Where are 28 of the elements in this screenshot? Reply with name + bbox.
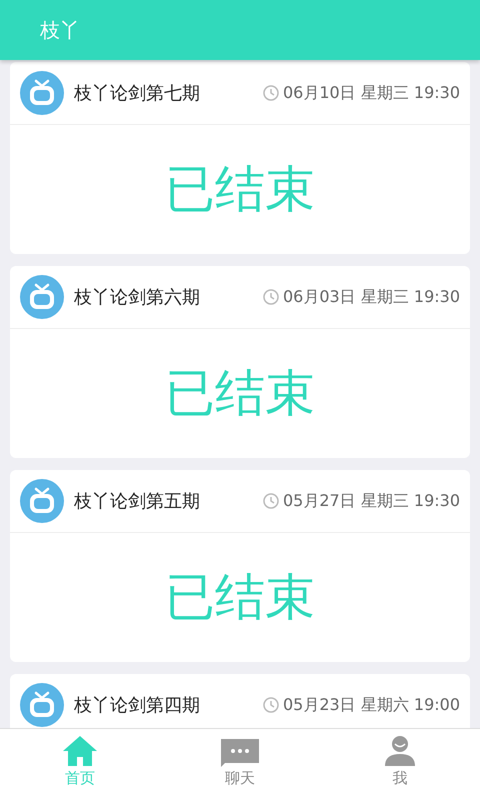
session-card[interactable]: 枝丫论剑第六期 06月03日 星期三 19:30 已结束 bbox=[10, 266, 470, 458]
status-text: 已结束 bbox=[165, 363, 315, 424]
session-card[interactable]: 枝丫论剑第七期 06月10日 星期三 19:30 已结束 bbox=[10, 62, 470, 254]
clock-icon bbox=[263, 85, 279, 101]
session-time: 05月23日 星期六 19:00 bbox=[283, 694, 460, 716]
clock-icon bbox=[263, 493, 279, 509]
tv-icon bbox=[20, 479, 64, 523]
session-time: 05月27日 星期三 19:30 bbox=[283, 490, 460, 512]
status-text: 已结束 bbox=[165, 567, 315, 628]
clock-icon bbox=[263, 289, 279, 305]
session-card[interactable]: 枝丫论剑第四期 05月23日 星期六 19:00 bbox=[10, 674, 470, 728]
user-icon bbox=[384, 735, 416, 767]
home-icon bbox=[62, 735, 98, 767]
session-time: 06月10日 星期三 19:30 bbox=[283, 82, 460, 104]
session-card[interactable]: 枝丫论剑第五期 05月27日 星期三 19:30 已结束 bbox=[10, 470, 470, 662]
tab[interactable]: 我 bbox=[320, 729, 480, 800]
tab[interactable]: 聊天 bbox=[160, 729, 320, 800]
session-title: 枝丫论剑第五期 bbox=[74, 490, 200, 514]
tv-icon bbox=[20, 275, 64, 319]
session-title: 枝丫论剑第七期 bbox=[74, 82, 200, 106]
chat-bubble-icon bbox=[221, 739, 259, 767]
session-title: 枝丫论剑第四期 bbox=[74, 694, 200, 718]
clock-icon bbox=[263, 697, 279, 713]
session-title: 枝丫论剑第六期 bbox=[74, 286, 200, 310]
status-text: 已结束 bbox=[165, 159, 315, 220]
tv-icon bbox=[20, 71, 64, 115]
session-time: 06月03日 星期三 19:30 bbox=[283, 286, 460, 308]
app-title: 枝丫 bbox=[40, 17, 80, 44]
